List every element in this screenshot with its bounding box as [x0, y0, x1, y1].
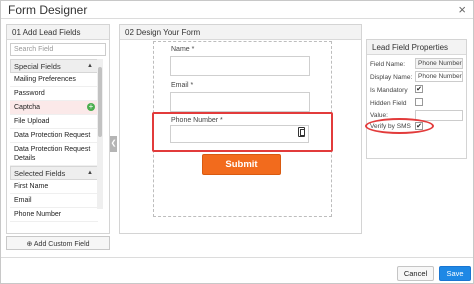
add-custom-field-label: Add Custom Field: [33, 241, 90, 248]
verify-sms-label: Verify by SMS: [370, 123, 411, 130]
hidden-field-checkbox[interactable]: [415, 98, 423, 106]
list-item[interactable]: Password: [10, 87, 98, 101]
display-name-input[interactable]: Phone Number: [415, 71, 463, 82]
submit-button[interactable]: Submit: [202, 154, 281, 175]
design-form-heading: 02 Design Your Form: [120, 25, 361, 40]
field-name-label: Field Name:: [370, 61, 406, 68]
footer-divider: [1, 257, 473, 258]
hidden-field-label: Hidden Field: [370, 100, 407, 107]
mandatory-checkbox[interactable]: ✔: [415, 85, 423, 93]
chevron-up-icon[interactable]: ▲: [87, 170, 93, 176]
list-item[interactable]: Phone Number: [10, 208, 98, 222]
add-field-icon[interactable]: +: [87, 103, 95, 111]
collapse-panel-icon[interactable]: ❮: [110, 136, 117, 152]
list-item[interactable]: Data Protection Request: [10, 129, 98, 143]
add-custom-field-button[interactable]: ⊕ Add Custom Field: [6, 236, 110, 250]
verify-sms-checkbox[interactable]: ✔: [415, 122, 423, 130]
scrollbar-thumb[interactable]: [98, 67, 102, 137]
field-list: Special Fields ▲ Mailing Preferences Pas…: [10, 59, 98, 230]
list-item[interactable]: Mailing Preferences: [10, 73, 98, 87]
name-label: Name *: [171, 46, 195, 53]
list-item[interactable]: File Upload: [10, 115, 98, 129]
lead-fields-heading: 01 Add Lead Fields: [7, 25, 109, 40]
phone-label: Phone Number *: [171, 117, 223, 124]
list-item[interactable]: Email: [10, 194, 98, 208]
special-fields-label: Special Fields: [14, 62, 61, 71]
mobile-phone-icon: [298, 127, 305, 137]
search-field-input[interactable]: Search Field: [10, 43, 106, 56]
list-item-label: Captcha: [14, 104, 41, 111]
list-item[interactable]: Data Protection Request Details: [10, 143, 98, 166]
field-name-input[interactable]: Phone Number: [415, 58, 463, 69]
properties-heading: Lead Field Properties: [367, 40, 466, 55]
title-bar: Form Designer ×: [1, 1, 473, 19]
selected-fields-group[interactable]: Selected Fields ▲: [10, 166, 98, 180]
phone-input[interactable]: [170, 125, 309, 143]
chevron-up-icon[interactable]: ▲: [87, 63, 93, 69]
mandatory-label: Is Mandatory: [370, 87, 408, 94]
close-icon[interactable]: ×: [458, 2, 466, 17]
display-name-label: Display Name:: [370, 74, 413, 81]
list-item[interactable]: First Name: [10, 180, 98, 194]
plus-circle-icon: ⊕: [26, 241, 33, 248]
special-fields-group[interactable]: Special Fields ▲: [10, 59, 98, 73]
email-label: Email *: [171, 82, 194, 89]
selected-fields-label: Selected Fields: [14, 169, 66, 178]
dialog-title: Form Designer: [8, 3, 88, 17]
cancel-button[interactable]: Cancel: [397, 266, 434, 281]
list-item-captcha[interactable]: Captcha +: [10, 101, 98, 115]
form-designer-dialog: Form Designer × 01 Add Lead Fields Searc…: [0, 0, 474, 284]
save-button[interactable]: Save: [439, 266, 471, 281]
field-list-scrollbar[interactable]: [97, 59, 103, 209]
email-input[interactable]: [170, 92, 310, 112]
name-input[interactable]: [170, 56, 310, 76]
